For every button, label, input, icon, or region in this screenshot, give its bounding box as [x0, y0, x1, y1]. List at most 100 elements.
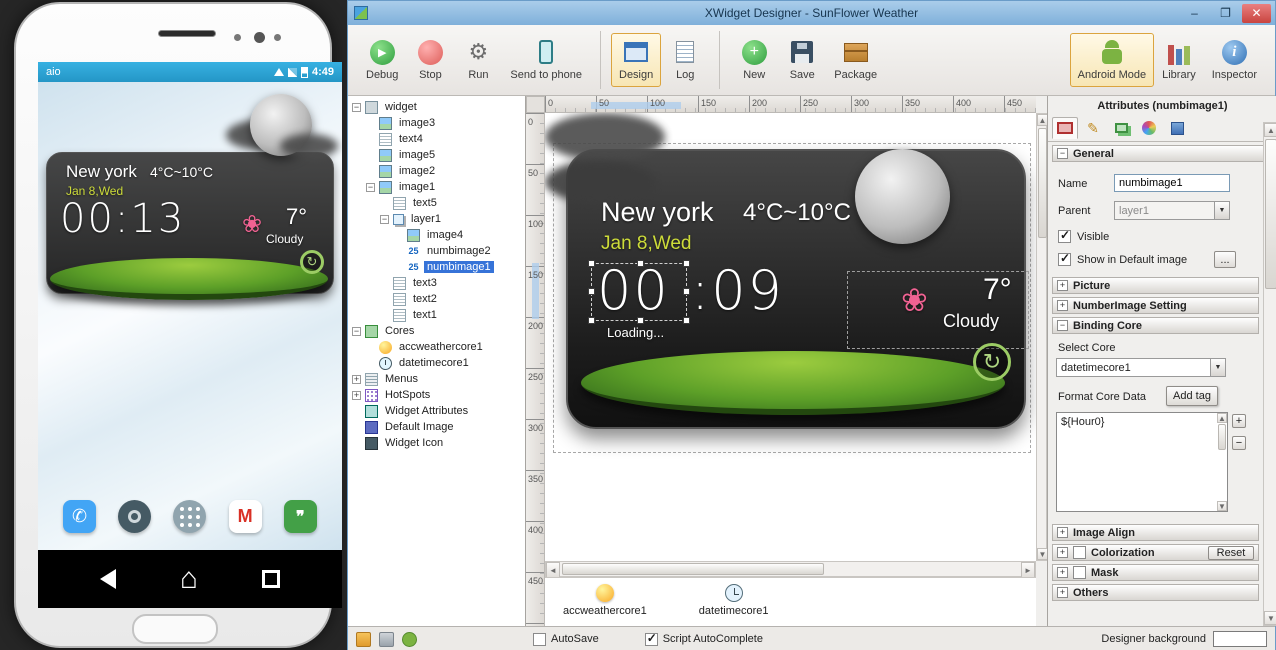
decrease-button[interactable]: −	[1232, 436, 1246, 450]
inspector-button[interactable]: i Inspector	[1204, 33, 1265, 87]
design-button[interactable]: Design	[611, 33, 661, 87]
tree-item-image3[interactable]: image3	[348, 115, 525, 131]
chevron-down-icon[interactable]: ▼	[1210, 359, 1225, 376]
mask-checkbox[interactable]	[1073, 566, 1086, 579]
section-others[interactable]: + Others	[1052, 584, 1259, 601]
dialer-app-icon[interactable]: ✆	[63, 500, 96, 533]
format-core-data-textarea[interactable]: ${Hour0} ▲ ▼	[1056, 412, 1228, 512]
section-image-align[interactable]: + Image Align	[1052, 524, 1259, 541]
tree-item-hotspots[interactable]: +HotSpots	[348, 387, 525, 403]
expand-icon[interactable]: +	[352, 375, 361, 384]
tree-item-menus[interactable]: +Menus	[348, 371, 525, 387]
tree-item-default-image[interactable]: Default Image	[348, 419, 525, 435]
tree-item-cores[interactable]: −Cores	[348, 323, 525, 339]
increase-button[interactable]: +	[1232, 414, 1246, 428]
app-drawer-icon[interactable]	[173, 500, 206, 533]
tree-item-numbimage2[interactable]: 25numbimage2	[348, 243, 525, 259]
canvas-widget-temp[interactable]: 7°	[983, 273, 1012, 307]
send-to-phone-button[interactable]: Send to phone	[502, 33, 590, 87]
package-button[interactable]: Package	[826, 33, 885, 87]
select-core-dropdown[interactable]: datetimecore1 ▼	[1056, 358, 1226, 377]
maximize-button[interactable]: ❐	[1211, 4, 1240, 23]
gmail-app-icon[interactable]: M	[229, 500, 262, 533]
tree-item-layer1[interactable]: −layer1	[348, 211, 525, 227]
refresh-icon[interactable]: ↻	[300, 250, 324, 274]
theme-icon[interactable]	[356, 632, 371, 647]
collapse-icon[interactable]: −	[352, 327, 361, 336]
library-button[interactable]: Library	[1154, 33, 1204, 87]
tab-script[interactable]	[1164, 117, 1190, 139]
script-autocomplete-checkbox[interactable]	[645, 633, 658, 646]
show-default-checkbox-row[interactable]: Show in Default image	[1058, 253, 1187, 266]
attributes-scrollbar[interactable]: ▲ ▼	[1263, 122, 1276, 626]
section-binding-core[interactable]: − Binding Core	[1052, 317, 1259, 334]
design-canvas[interactable]: New york 4°C~10°C Jan 8,Wed 00 :09 Loadi…	[545, 113, 1036, 561]
run-button[interactable]: ⚙ Run	[454, 33, 502, 87]
expand-icon[interactable]: +	[1057, 527, 1068, 538]
home-nav-icon[interactable]: ⌂	[180, 562, 198, 596]
save-button[interactable]: Save	[778, 33, 826, 87]
core-item-accweathercore1[interactable]: accweathercore1	[563, 584, 647, 626]
tree-item-text2[interactable]: text2	[348, 291, 525, 307]
canvas-clock-minutes[interactable]: :09	[691, 259, 784, 322]
tree-item-widget-attributes[interactable]: Widget Attributes	[348, 403, 525, 419]
canvas-widget-temp-range[interactable]: 4°C~10°C	[743, 199, 851, 227]
add-tag-button[interactable]: Add tag	[1166, 386, 1218, 406]
quotes-app-icon[interactable]: ❞	[284, 500, 317, 533]
expand-icon[interactable]: +	[1057, 587, 1068, 598]
tree-item-numbimage1[interactable]: 25numbimage1	[348, 259, 525, 275]
reset-button[interactable]: Reset	[1208, 546, 1254, 560]
expand-icon[interactable]: +	[352, 391, 361, 400]
expand-icon[interactable]: +	[1057, 300, 1068, 311]
section-numberimage[interactable]: + NumberImage Setting	[1052, 297, 1259, 314]
refresh-icon[interactable]: ↻	[973, 343, 1011, 381]
autosave-checkbox[interactable]	[533, 633, 546, 646]
chevron-down-icon[interactable]: ▼	[1214, 202, 1229, 219]
tree-item-text5[interactable]: text5	[348, 195, 525, 211]
tree-item-image5[interactable]: image5	[348, 147, 525, 163]
canvas-widget-condition[interactable]: Cloudy	[943, 311, 999, 332]
back-nav-icon[interactable]	[100, 569, 116, 589]
collapse-icon[interactable]: −	[1057, 320, 1068, 331]
tree-item-widget[interactable]: −widget	[348, 99, 525, 115]
tree-item-text4[interactable]: text4	[348, 131, 525, 147]
autosave-row[interactable]: AutoSave	[533, 633, 599, 646]
expand-icon[interactable]: +	[1057, 567, 1068, 578]
phone-home-button[interactable]	[132, 614, 218, 644]
tree-item-text3[interactable]: text3	[348, 275, 525, 291]
tab-edit[interactable]: ✎	[1080, 117, 1106, 139]
tree-item-widget-icon[interactable]: Widget Icon	[348, 435, 525, 451]
minimize-button[interactable]: –	[1180, 4, 1209, 23]
android-status-icon[interactable]	[402, 632, 417, 647]
section-colorization[interactable]: + Colorization Reset	[1052, 544, 1259, 561]
collapse-icon[interactable]: −	[380, 215, 389, 224]
collapse-icon[interactable]: −	[1057, 148, 1068, 159]
section-mask[interactable]: + Mask	[1052, 564, 1259, 581]
name-input[interactable]	[1114, 174, 1230, 192]
script-autocomplete-row[interactable]: Script AutoComplete	[645, 633, 763, 646]
canvas-widget-city[interactable]: New york	[601, 197, 714, 228]
tree-item-image1[interactable]: −image1	[348, 179, 525, 195]
section-general[interactable]: − General	[1052, 145, 1273, 162]
tree-item-text1[interactable]: text1	[348, 307, 525, 323]
canvas-vertical-scrollbar[interactable]: ▲ ▼	[1036, 113, 1047, 561]
stop-button[interactable]: Stop	[406, 33, 454, 87]
tab-link[interactable]	[1108, 117, 1134, 139]
canvas-horizontal-scrollbar[interactable]: ◄ ►	[545, 561, 1036, 577]
visible-checkbox-row[interactable]: Visible	[1058, 230, 1109, 243]
close-button[interactable]: ✕	[1242, 4, 1271, 23]
expand-icon[interactable]: +	[1057, 280, 1068, 291]
tree-item-image2[interactable]: image2	[348, 163, 525, 179]
new-button[interactable]: + New	[730, 33, 778, 87]
recents-nav-icon[interactable]	[262, 570, 280, 588]
camera-app-icon[interactable]	[118, 500, 151, 533]
section-picture[interactable]: + Picture	[1052, 277, 1259, 294]
visible-checkbox[interactable]	[1058, 230, 1071, 243]
android-mode-button[interactable]: Android Mode	[1070, 33, 1155, 87]
tree-item-datetimecore1[interactable]: datetimecore1	[348, 355, 525, 371]
canvas-widget-loading[interactable]: Loading...	[607, 325, 664, 340]
log-button[interactable]: Log	[661, 33, 709, 87]
selection-rect[interactable]	[591, 263, 687, 321]
show-default-checkbox[interactable]	[1058, 253, 1071, 266]
browse-button[interactable]: ...	[1214, 251, 1236, 268]
